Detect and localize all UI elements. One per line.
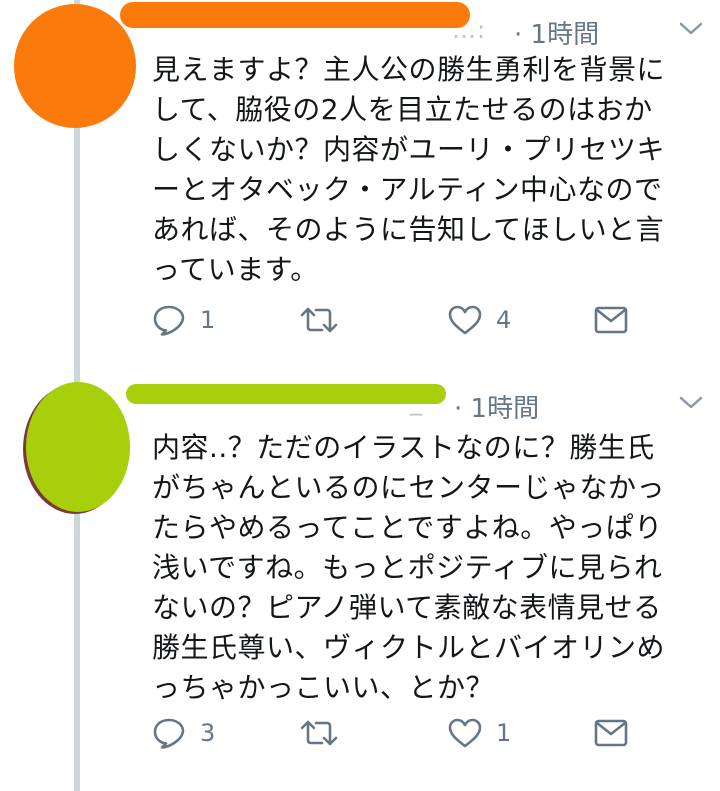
- tweet-text-line: あれば、そのように告知してほしいと言: [152, 213, 665, 246]
- tweet-actions: 1 4: [152, 300, 652, 340]
- tweet-header: _ · 1時間: [126, 382, 712, 424]
- conversation-thread: …: · 1時間 見えますよ？主人公の勝生勇利を背景に して、脇役の2人を目立た…: [0, 0, 720, 791]
- direct-message-button[interactable]: [594, 300, 628, 340]
- tweet-text-line: ーとオタベック・アルティン中心なので: [152, 173, 663, 206]
- envelope-icon: [594, 719, 628, 747]
- tweet[interactable]: …: · 1時間 見えますよ？主人公の勝生勇利を背景に して、脇役の2人を目立た…: [0, 0, 720, 370]
- tweet-text-line: して、脇役の2人を目立たせるのはおか: [152, 93, 653, 126]
- tweet-text-line: ないの？ピアノ弾いて素敵な表情見せる: [152, 591, 662, 624]
- tweet-actions: 3 1: [152, 713, 652, 753]
- tweet-text-line: 内容..？ただのイラストなのに？勝生氏: [152, 431, 655, 464]
- chevron-down-icon[interactable]: [678, 394, 704, 412]
- tweet[interactable]: _ · 1時間 内容..？ただのイラストなのに？勝生氏 がちゃんといるのにセンタ…: [0, 370, 720, 791]
- retweet-button[interactable]: [300, 713, 352, 753]
- tweet-text-line: たらやめるってことですよね。やっぱり: [152, 511, 663, 544]
- envelope-icon: [594, 306, 628, 334]
- reply-icon: [153, 305, 185, 336]
- retweet-icon: [300, 307, 338, 333]
- redacted-user-name[interactable]: [120, 2, 470, 28]
- like-count: 4: [496, 306, 512, 334]
- tweet-text-line: がちゃんといるのにセンターじゃなかっ: [152, 471, 666, 504]
- timestamp[interactable]: · 1時間: [454, 388, 539, 425]
- avatar[interactable]: [26, 382, 130, 512]
- chevron-down-icon[interactable]: [678, 20, 704, 38]
- reply-count: 3: [200, 719, 216, 747]
- tweet-text: 見えますよ？主人公の勝生勇利を背景に して、脇役の2人を目立たせるのはおか しく…: [152, 50, 700, 290]
- heart-icon: [448, 305, 482, 335]
- heart-icon: [448, 718, 482, 748]
- reply-count: 1: [200, 306, 216, 334]
- tweet-text-line: 勝生氏尊い、ヴィクトルとバイオリンめ: [152, 631, 666, 664]
- retweet-button[interactable]: [300, 300, 352, 340]
- timestamp[interactable]: · 1時間: [514, 14, 599, 51]
- reply-button[interactable]: 1: [152, 300, 215, 340]
- avatar[interactable]: [14, 4, 136, 128]
- reply-button[interactable]: 3: [152, 713, 215, 753]
- redacted-user-name[interactable]: [126, 384, 446, 404]
- tweet-text-line: っちゃかっこいい、とか？: [152, 671, 495, 704]
- like-button[interactable]: 1: [448, 713, 511, 753]
- direct-message-button[interactable]: [594, 713, 628, 753]
- retweet-icon: [300, 720, 338, 746]
- tweet-text-line: しくないか？内容がユーリ・プリセツキ: [152, 133, 666, 166]
- reply-icon: [153, 718, 185, 749]
- like-count: 1: [496, 719, 512, 747]
- tweet-text-line: 見えますよ？主人公の勝生勇利を背景に: [152, 53, 666, 86]
- tweet-text-line: 浅いですね。もっとポジティブに見られ: [152, 551, 663, 584]
- like-button[interactable]: 4: [448, 300, 511, 340]
- tweet-text-line: っています。: [152, 253, 319, 286]
- tweet-header: …: · 1時間: [120, 2, 712, 50]
- tweet-text: 内容..？ただのイラストなのに？勝生氏 がちゃんといるのにセンターじゃなかっ た…: [152, 428, 700, 708]
